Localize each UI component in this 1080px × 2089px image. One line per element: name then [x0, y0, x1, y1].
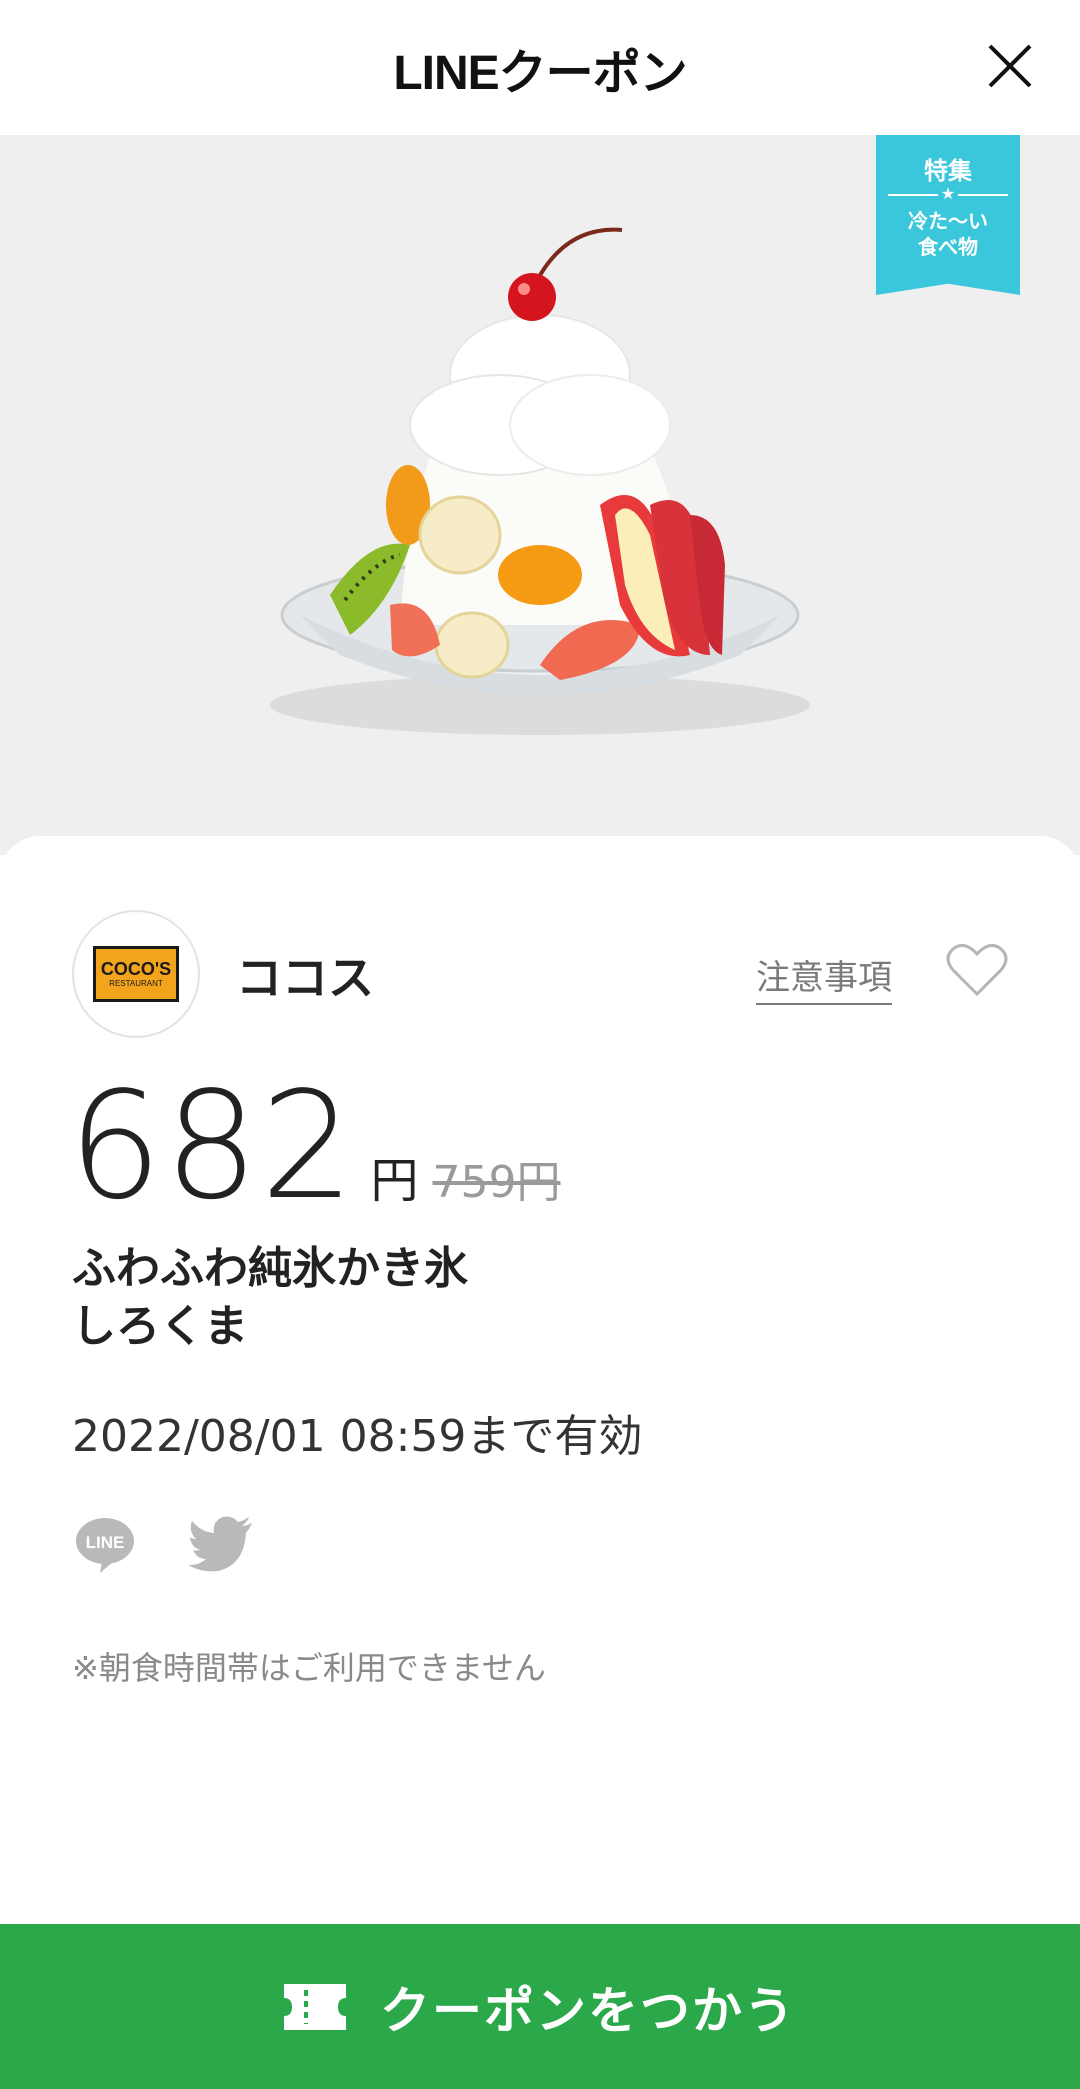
logo-main-text: COCO'S [100, 959, 172, 979]
product-name: ふわふわ純氷かき氷 しろくま [72, 1240, 468, 1356]
validity-date: 2022/08/01 08:59まで有効 [72, 1411, 643, 1462]
line-share-icon[interactable]: LINE [74, 1515, 136, 1575]
badge-text-line1: 冷た〜い [908, 209, 988, 233]
cocos-logo: COCO'S RESTAURANT [93, 946, 179, 1002]
original-price: 759円 [432, 1157, 561, 1208]
badge-star: ★ [876, 186, 1020, 202]
heart-outline-icon[interactable] [946, 942, 1008, 998]
use-coupon-button[interactable]: クーポンをつかう [0, 1924, 1080, 2089]
svg-text:LINE: LINE [86, 1533, 125, 1552]
price-value: 682 [68, 1060, 357, 1232]
badge-title: 特集 [924, 157, 972, 185]
product-name-line2: しろくま [72, 1301, 248, 1352]
close-icon[interactable] [980, 36, 1040, 96]
feature-badge: 特集 ★ 冷た〜い 食べ物 [876, 135, 1020, 295]
badge-text-line2: 食べ物 [918, 235, 978, 259]
store-logo: COCO'S RESTAURANT [72, 910, 200, 1038]
price-block: 682 円 759円 [68, 1060, 561, 1232]
ticket-icon [284, 1983, 346, 2030]
usage-notice: ※朝食時間帯はご利用できません [72, 1649, 546, 1687]
use-coupon-label: クーポンをつかう [380, 1981, 796, 2040]
product-name-line1: ふわふわ純氷かき氷 [72, 1243, 468, 1294]
notes-link[interactable]: 注意事項 [756, 950, 892, 1005]
store-name: ココス [236, 951, 374, 1005]
logo-sub-text: RESTAURANT [109, 979, 163, 988]
price-unit: 円 [370, 1153, 419, 1209]
twitter-share-icon[interactable] [188, 1515, 254, 1575]
app-header: LINEクーポン [0, 0, 1080, 135]
header-title: LINEクーポン [393, 46, 687, 100]
